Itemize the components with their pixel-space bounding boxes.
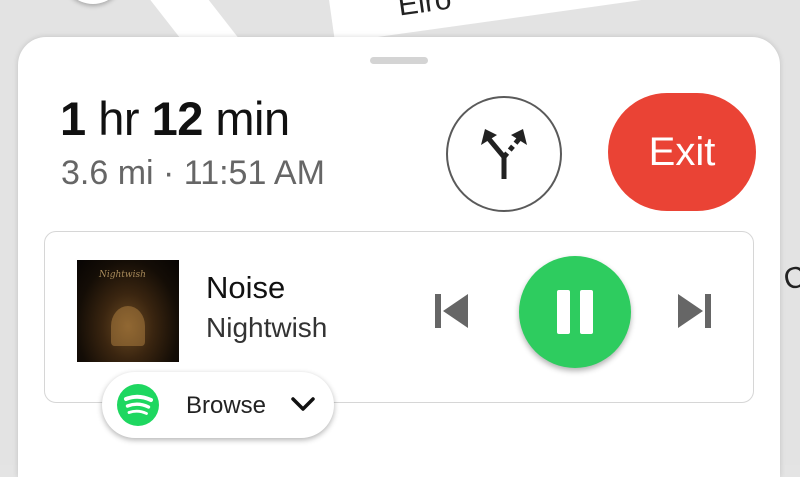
album-art: Nightwish — [77, 260, 179, 362]
eta-minutes-value: 12 — [151, 92, 204, 145]
map-street-label-right: C — [780, 260, 800, 297]
eta-minutes-unit: min — [215, 92, 290, 145]
browse-label: Browse — [186, 392, 267, 419]
skip-next-icon — [678, 294, 711, 328]
album-art-figure — [111, 306, 145, 346]
chevron-down-icon — [291, 397, 315, 411]
track-title: Noise — [206, 270, 286, 305]
eta-hours-unit: hr — [98, 92, 139, 145]
track-artist: Nightwish — [206, 312, 328, 343]
exit-navigation-button[interactable]: Exit — [608, 93, 756, 211]
spotify-icon — [117, 384, 159, 426]
route-fork-icon — [481, 129, 527, 179]
sheet-drag-handle[interactable] — [370, 57, 428, 64]
alternate-routes-button[interactable] — [446, 96, 562, 212]
eta-duration: 1 hr 12 min — [60, 91, 290, 146]
pause-button[interactable] — [519, 256, 631, 368]
album-art-text: Nightwish — [99, 270, 146, 280]
eta-hours-value: 1 — [60, 92, 86, 145]
trip-distance-arrival: 3.6 mi · 11:51 AM — [61, 154, 325, 192]
skip-previous-button[interactable] — [427, 286, 477, 336]
pause-icon — [557, 290, 570, 334]
skip-next-button[interactable] — [669, 286, 719, 336]
map-control-button[interactable] — [62, 0, 124, 4]
pause-icon — [580, 290, 593, 334]
skip-previous-icon — [435, 294, 468, 328]
spotify-browse-button[interactable]: Browse — [102, 372, 334, 438]
